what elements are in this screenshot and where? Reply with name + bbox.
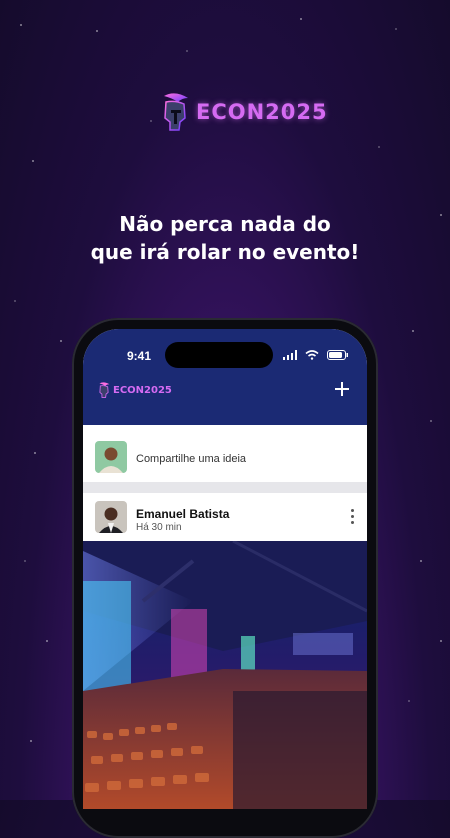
- post-menu-button[interactable]: [349, 509, 355, 524]
- battery-icon: [327, 350, 348, 360]
- plus-icon: [335, 382, 349, 396]
- post-header: Emanuel Batista Há 30 min: [83, 493, 367, 541]
- post-image[interactable]: [83, 541, 367, 809]
- post-timestamp: Há 30 min: [136, 522, 182, 533]
- composer-card[interactable]: Compartilhe uma ideia: [83, 425, 367, 482]
- headline-line-1: Não perca nada do: [119, 212, 331, 236]
- app-wordmark: ECON2025: [113, 384, 172, 396]
- avatar: [95, 441, 127, 473]
- brand-wordmark: ECON2025: [196, 100, 328, 124]
- signal-icon: [283, 350, 297, 360]
- spartan-helmet-icon: [164, 93, 188, 131]
- add-post-button[interactable]: [335, 377, 349, 401]
- post-author[interactable]: Emanuel Batista: [136, 507, 229, 521]
- composer-placeholder: Compartilhe uma ideia: [136, 453, 247, 465]
- avatar[interactable]: [95, 501, 127, 533]
- more-vertical-icon: [350, 509, 354, 512]
- status-time: 9:41: [127, 349, 152, 363]
- phone-screen: 9:41 ECON2025 Compartilhe uma ideia Eman…: [83, 329, 367, 809]
- feed-divider: [83, 482, 367, 493]
- headline-line-2: que irá rolar no evento!: [90, 240, 360, 264]
- status-bar: 9:41: [83, 342, 367, 368]
- brand-logo: ECON2025: [158, 92, 328, 132]
- dynamic-island: [165, 342, 273, 368]
- wifi-icon: [305, 350, 319, 360]
- page-headline: Não perca nada do que irá rolar no event…: [0, 210, 450, 266]
- app-header: 9:41 ECON2025: [83, 329, 367, 425]
- spartan-helmet-icon: [99, 382, 110, 398]
- event-auditorium-photo: [83, 541, 367, 809]
- status-icons: [283, 350, 349, 360]
- app-logo: ECON2025: [97, 381, 172, 399]
